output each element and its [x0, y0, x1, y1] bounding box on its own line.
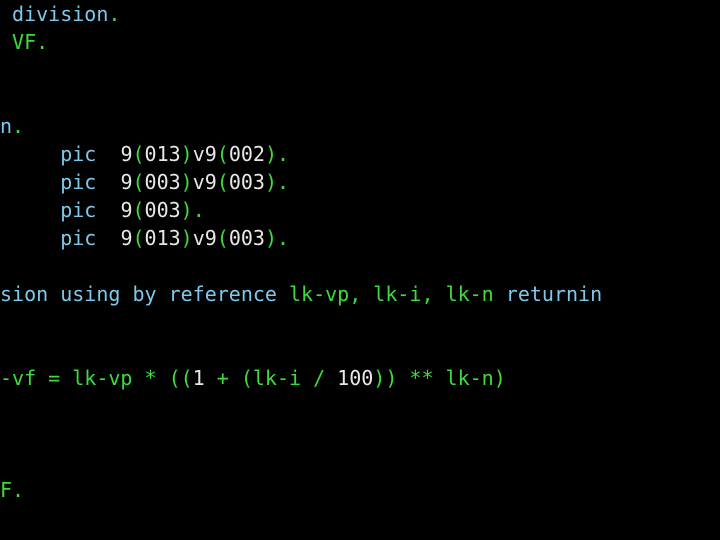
- code-line[interactable]: [0, 252, 720, 280]
- code-token-punctuation: (: [132, 226, 145, 250]
- code-token-number: 003: [144, 170, 181, 194]
- code-token-number: 100: [337, 366, 374, 390]
- code-token-punctuation: ): [180, 226, 193, 250]
- code-token-number: v9: [192, 226, 217, 250]
- code-token-identifier: )) ** lk-n): [373, 366, 506, 390]
- code-token-number: 9: [120, 170, 133, 194]
- code-token-punctuation: .: [108, 2, 121, 26]
- code-text-area[interactable]: division. VF. n. pic 9(013)v9(002). pic …: [0, 0, 720, 532]
- code-line[interactable]: [0, 504, 720, 532]
- code-token-identifier: VF: [0, 30, 37, 54]
- code-token-identifier: lk-i: [373, 282, 422, 306]
- code-token-punctuation: .: [192, 198, 205, 222]
- code-token-keyword: sion using by reference: [0, 282, 289, 306]
- code-line[interactable]: pic 9(013)v9(003).: [0, 224, 720, 252]
- code-token-identifier: lk-vp: [288, 282, 350, 306]
- code-line[interactable]: -vf = lk-vp * ((1 + (lk-i / 100)) ** lk-…: [0, 364, 720, 392]
- code-token-number: 9: [120, 226, 133, 250]
- code-token-keyword: pic: [60, 226, 97, 250]
- code-line[interactable]: F.: [0, 476, 720, 504]
- code-token-punctuation: (: [216, 142, 229, 166]
- code-token-punctuation: (: [216, 226, 229, 250]
- code-line[interactable]: [0, 336, 720, 364]
- code-token-punctuation: ): [180, 198, 193, 222]
- code-line[interactable]: n.: [0, 112, 720, 140]
- code-token-number: 002: [228, 142, 265, 166]
- code-token-number: 013: [144, 142, 181, 166]
- code-token-keyword: returnin: [505, 282, 603, 306]
- code-line[interactable]: sion using by reference lk-vp, lk-i, lk-…: [0, 280, 720, 308]
- code-token-punctuation: ): [264, 142, 278, 166]
- code-editor-viewport[interactable]: division. VF. n. pic 9(013)v9(002). pic …: [0, 0, 720, 540]
- code-line[interactable]: [0, 56, 720, 84]
- code-line[interactable]: pic 9(003).: [0, 196, 720, 224]
- code-token-punctuation: .: [36, 30, 49, 54]
- code-token-identifier: + (lk-i /: [204, 366, 338, 390]
- code-line[interactable]: pic 9(003)v9(003).: [0, 168, 720, 196]
- code-token-punctuation: ): [264, 170, 278, 194]
- code-token-number: 003: [144, 198, 181, 222]
- code-token-punctuation: .: [277, 170, 290, 194]
- code-token-keyword: pic: [60, 142, 97, 166]
- code-line[interactable]: pic 9(013)v9(002).: [0, 140, 720, 168]
- code-token-punctuation: (: [132, 198, 145, 222]
- code-token-identifier: F: [0, 478, 13, 502]
- code-line[interactable]: [0, 308, 720, 336]
- code-line[interactable]: [0, 84, 720, 112]
- code-token-punctuation: .: [12, 114, 25, 138]
- code-line[interactable]: division.: [0, 0, 720, 28]
- code-token-number: 9: [120, 198, 133, 222]
- code-token-number: 003: [228, 226, 265, 250]
- code-line[interactable]: [0, 392, 720, 420]
- code-token-punctuation: ): [180, 170, 193, 194]
- code-line[interactable]: VF.: [0, 28, 720, 56]
- code-token-punctuation: .: [277, 226, 290, 250]
- code-token-keyword: division: [0, 2, 109, 26]
- code-token-keyword: pic: [60, 198, 97, 222]
- code-token-punctuation: ,: [421, 282, 434, 306]
- code-token-punctuation: ): [180, 142, 193, 166]
- code-token-punctuation: .: [12, 478, 25, 502]
- code-token-identifier: -vf = lk-vp * ((: [0, 366, 193, 390]
- code-token-keyword: n: [0, 114, 13, 138]
- code-token-number: 003: [228, 170, 265, 194]
- code-token-identifier: lk-n: [445, 282, 494, 306]
- code-token-punctuation: (: [132, 142, 145, 166]
- code-token-number: 1: [192, 366, 205, 390]
- code-line[interactable]: [0, 420, 720, 448]
- code-token-keyword: pic: [60, 170, 97, 194]
- code-token-number: 013: [144, 226, 181, 250]
- code-token-punctuation: (: [132, 170, 145, 194]
- code-token-number: v9: [192, 142, 217, 166]
- code-line[interactable]: [0, 448, 720, 476]
- code-token-punctuation: (: [216, 170, 229, 194]
- code-token-punctuation: ): [264, 226, 278, 250]
- code-token-number: v9: [192, 170, 217, 194]
- code-token-number: 9: [120, 142, 133, 166]
- code-token-punctuation: .: [277, 142, 290, 166]
- code-token-punctuation: ,: [349, 282, 362, 306]
